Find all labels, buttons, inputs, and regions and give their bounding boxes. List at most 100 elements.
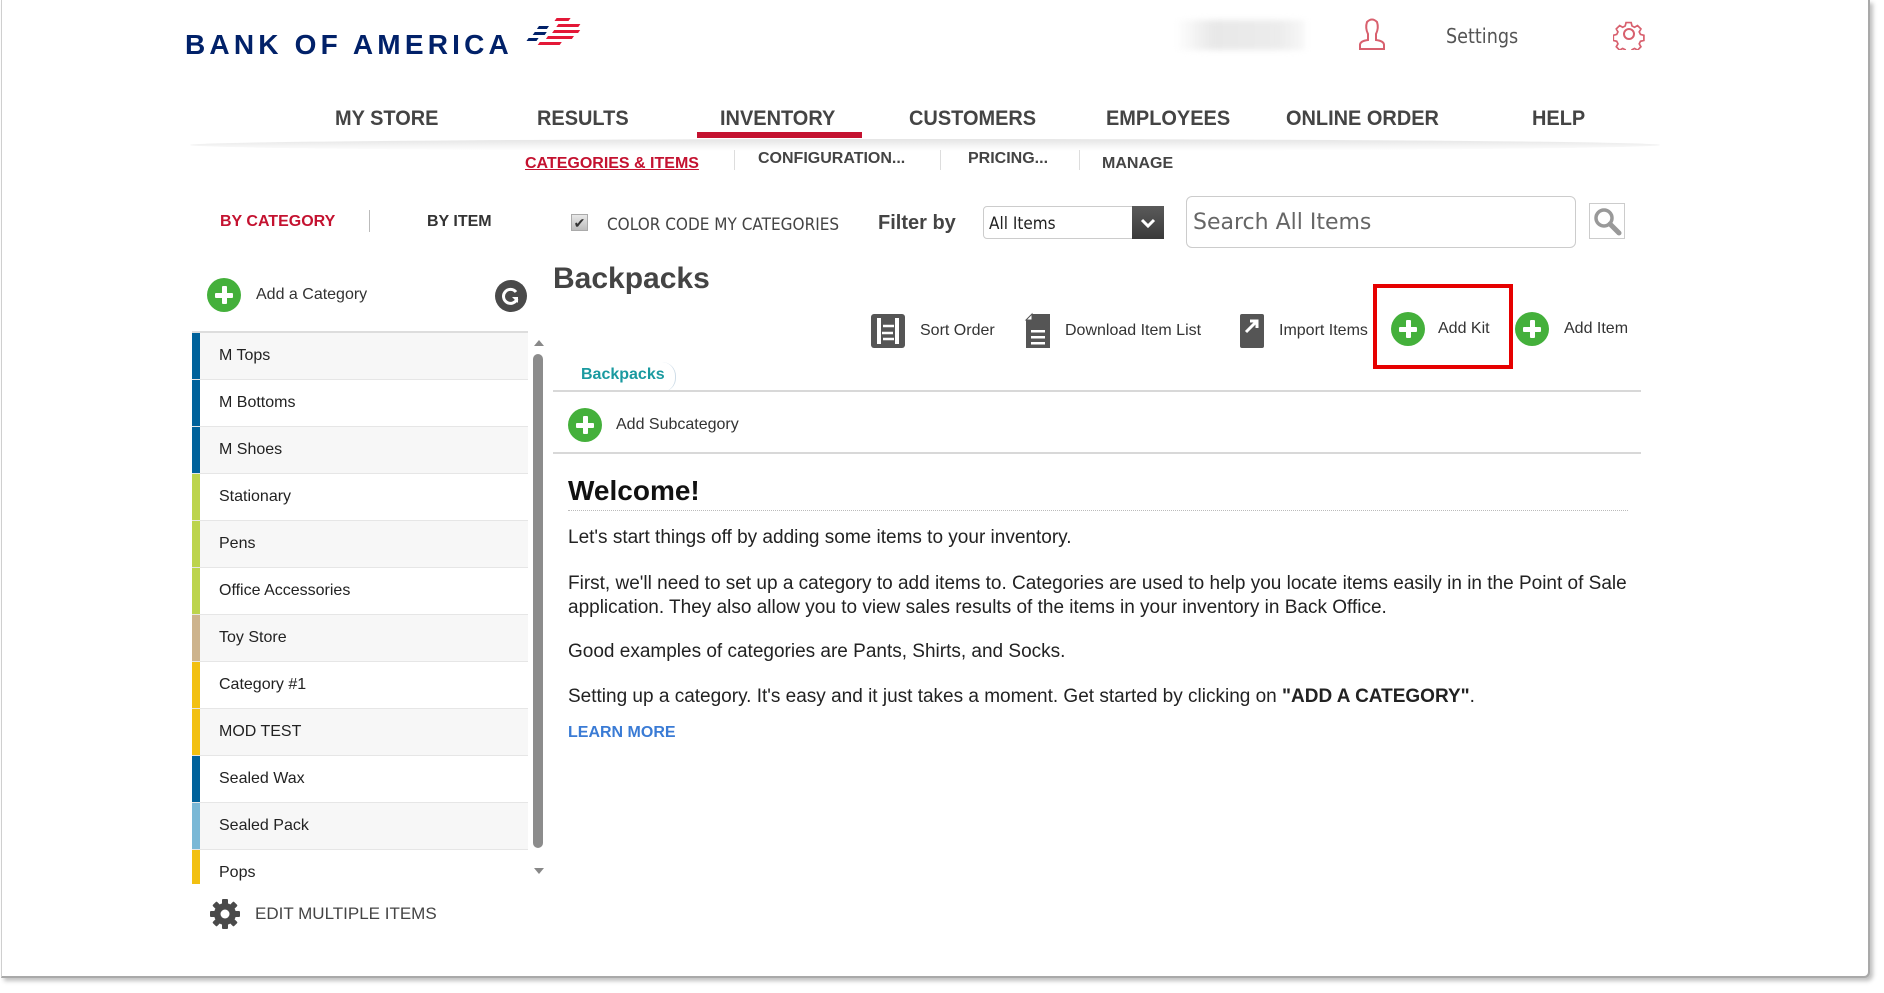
category-label: Office Accessories — [219, 582, 351, 599]
category-label: Stationary — [219, 488, 292, 505]
plus-circle-icon — [1515, 312, 1549, 346]
filter-by-label: Filter by — [878, 212, 956, 234]
gear-icon — [210, 899, 240, 929]
edit-multiple-items-label: EDIT MULTIPLE ITEMS — [255, 904, 437, 923]
divider — [553, 452, 1641, 454]
nav-divider — [190, 139, 1660, 151]
add-kit-button[interactable]: Add Kit — [1391, 312, 1490, 346]
add-kit-label: Add Kit — [1438, 320, 1490, 337]
welcome-divider — [568, 510, 1628, 511]
sort-order-label: Sort Order — [920, 322, 995, 339]
category-label: M Tops — [219, 347, 271, 364]
welcome-paragraph: First, we'll need to set up a category t… — [568, 573, 1627, 618]
category-color-bar — [192, 662, 200, 708]
filter-select-value: All Items — [989, 214, 1056, 234]
chevron-down-icon[interactable] — [1132, 206, 1164, 239]
subnav-separator — [940, 150, 941, 170]
subcategory-tab-backpacks[interactable]: Backpacks — [567, 362, 676, 392]
welcome-heading: Welcome! — [568, 475, 700, 506]
add-category-label: Add a Category — [256, 286, 368, 303]
category-list-item[interactable]: M Bottoms — [192, 380, 528, 427]
category-list-item[interactable]: Category #1 — [192, 662, 528, 709]
scroll-down-arrow-icon[interactable] — [534, 868, 544, 874]
nav-my-store[interactable]: MY STORE — [335, 107, 438, 131]
learn-more-link[interactable]: LEARN MORE — [568, 724, 676, 742]
user-icon[interactable] — [1357, 18, 1387, 52]
filter-select[interactable]: All Items — [983, 206, 1164, 239]
user-name-redacted — [1175, 20, 1305, 50]
subnav-manage[interactable]: MANAGE — [1102, 155, 1173, 173]
add-subcategory-button[interactable]: Add Subcategory — [568, 408, 739, 442]
category-color-bar — [192, 615, 200, 661]
subnav-categories-items[interactable]: CATEGORIES & ITEMS — [525, 155, 699, 173]
category-color-bar — [192, 850, 200, 884]
category-list-item[interactable]: Pops — [192, 850, 528, 884]
scroll-up-arrow-icon[interactable] — [534, 340, 544, 346]
category-color-bar — [192, 756, 200, 802]
color-code-label: COLOR CODE MY CATEGORIES — [607, 215, 840, 235]
plus-circle-icon — [568, 408, 602, 442]
gear-icon[interactable] — [1613, 18, 1645, 50]
category-list-item[interactable]: Toy Store — [192, 615, 528, 662]
nav-online-order[interactable]: ONLINE ORDER — [1286, 107, 1439, 131]
plus-circle-icon — [207, 278, 241, 312]
add-category-emphasis: "ADD A CATEGORY" — [1282, 686, 1470, 707]
category-list-item[interactable]: M Shoes — [192, 427, 528, 474]
category-list: M Tops M Bottoms M Shoes Stationary Pens Offi… — [192, 331, 528, 884]
category-label: M Shoes — [219, 441, 283, 458]
category-label: M Bottoms — [219, 394, 296, 411]
nav-inventory[interactable]: INVENTORY — [720, 107, 835, 131]
scrollbar-thumb[interactable] — [533, 354, 543, 848]
tab-by-item[interactable]: BY ITEM — [427, 213, 492, 231]
search-button[interactable] — [1589, 203, 1625, 239]
category-list-scrollbar[interactable] — [530, 332, 546, 882]
nav-employees[interactable]: EMPLOYEES — [1106, 107, 1230, 131]
category-label: MOD TEST — [219, 723, 302, 740]
settings-link[interactable]: Settings — [1446, 24, 1518, 48]
category-list-item[interactable]: Pens — [192, 521, 528, 568]
search-icon — [1594, 208, 1622, 236]
category-list-item[interactable]: Stationary — [192, 474, 528, 521]
category-label: Pens — [219, 535, 256, 552]
category-color-bar — [192, 380, 200, 426]
category-list-item[interactable]: MOD TEST — [192, 709, 528, 756]
category-title: Backpacks — [553, 262, 710, 295]
nav-help[interactable]: HELP — [1532, 107, 1585, 131]
add-category-button[interactable]: Add a Category — [207, 278, 367, 312]
category-color-bar — [192, 427, 200, 473]
category-label: Sealed Pack — [219, 817, 309, 834]
download-item-list-label: Download Item List — [1065, 322, 1202, 339]
download-item-list-button[interactable]: Download Item List — [1024, 312, 1201, 350]
category-list-item[interactable]: Sealed Wax — [192, 756, 528, 803]
sort-order-button[interactable]: Sort Order — [869, 312, 995, 350]
import-items-button[interactable]: Import Items — [1238, 312, 1368, 350]
category-label: Pops — [219, 864, 256, 881]
category-label: Category #1 — [219, 676, 307, 693]
welcome-paragraph: Let's start things off by adding some it… — [568, 527, 1072, 548]
nav-customers[interactable]: CUSTOMERS — [909, 107, 1036, 131]
add-subcategory-label: Add Subcategory — [616, 416, 739, 433]
category-list-item[interactable]: Office Accessories — [192, 568, 528, 615]
subnav-separator — [734, 150, 735, 170]
search-input[interactable] — [1186, 196, 1576, 248]
category-label: Toy Store — [219, 629, 287, 646]
refresh-button[interactable] — [495, 280, 527, 312]
category-color-bar — [192, 474, 200, 520]
category-color-bar — [192, 568, 200, 614]
refresh-icon — [502, 287, 519, 305]
plus-circle-icon — [1391, 312, 1425, 346]
brand-flag-logo — [526, 18, 581, 45]
nav-results[interactable]: RESULTS — [537, 107, 629, 131]
category-list-item[interactable]: Sealed Pack — [192, 803, 528, 850]
tab-by-category[interactable]: BY CATEGORY — [220, 213, 335, 231]
welcome-text: Setting up a category. It's easy and it … — [568, 686, 1283, 707]
subnav-configuration[interactable]: CONFIGURATION... — [758, 150, 905, 168]
add-item-button[interactable]: Add Item — [1515, 312, 1628, 346]
color-code-checkbox[interactable]: ✔ — [571, 214, 588, 231]
category-list-item[interactable]: M Tops — [192, 333, 528, 380]
subnav-separator — [1079, 150, 1080, 170]
edit-multiple-items-button[interactable]: EDIT MULTIPLE ITEMS — [209, 898, 437, 930]
subnav-pricing[interactable]: PRICING... — [968, 150, 1048, 168]
welcome-text: . — [1469, 686, 1475, 707]
welcome-paragraph: Setting up a category. It's easy and it … — [568, 685, 1638, 709]
